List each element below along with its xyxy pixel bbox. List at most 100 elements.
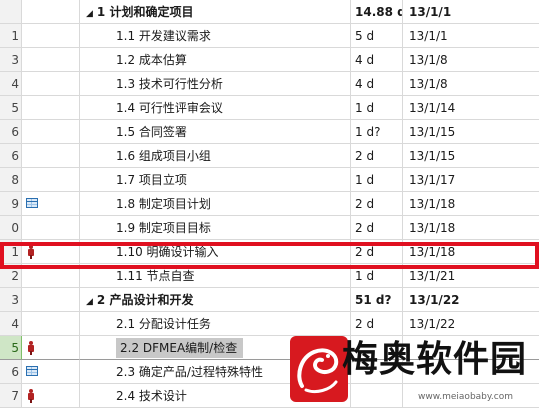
task-row[interactable]: 3 1.2 成本估算 4 d 13/1/8	[0, 48, 539, 72]
row-number[interactable]: 9	[0, 192, 22, 216]
task-name-text: 1 计划和确定项目	[96, 5, 194, 19]
row-number[interactable]: 7	[0, 384, 22, 408]
task-start[interactable]: 13/1/8	[403, 48, 539, 72]
task-duration[interactable]: 51 d?	[351, 288, 403, 312]
indicator-cell	[22, 24, 80, 48]
task-row[interactable]: 0 1.9 制定项目目标 2 d 13/1/18	[0, 216, 539, 240]
task-row[interactable]: 8 1.7 项目立项 1 d 13/1/17	[0, 168, 539, 192]
indicator-cell	[22, 168, 80, 192]
row-number[interactable]: 3	[0, 48, 22, 72]
row-number[interactable]: 6	[0, 144, 22, 168]
task-start[interactable]: 13/1/22	[403, 312, 539, 336]
task-name[interactable]: 1.6 组成项目小组	[80, 144, 351, 168]
watermark-title: 梅奥软件园	[342, 339, 528, 380]
task-name-text: 1.2 成本估算	[116, 53, 187, 67]
resource-person-icon	[28, 341, 34, 355]
indicator-cell	[22, 336, 80, 360]
row-number[interactable]: 0	[0, 216, 22, 240]
indicator-cell	[22, 120, 80, 144]
task-name[interactable]: ◢ 1 计划和确定项目	[80, 0, 351, 24]
row-number[interactable]: 1	[0, 24, 22, 48]
row-number[interactable]: 5	[0, 96, 22, 120]
task-duration[interactable]: 2 d	[351, 216, 403, 240]
task-name[interactable]: 1.7 项目立项	[80, 168, 351, 192]
task-name[interactable]: 1.3 技术可行性分析	[80, 72, 351, 96]
highlight-box	[0, 242, 539, 269]
row-number[interactable]: 4	[0, 312, 22, 336]
task-name-text: 1.11 节点自查	[116, 269, 195, 283]
indicator-cell	[22, 72, 80, 96]
task-row[interactable]: ◢ 1 计划和确定项目 14.88 d 13/1/1	[0, 0, 539, 24]
task-start[interactable]: 13/1/8	[403, 72, 539, 96]
watermark-logo: 梅奥软件园 www.meiaobaby.com	[290, 336, 539, 410]
row-number[interactable]: 4	[0, 72, 22, 96]
task-name-text: 1.5 合同签署	[116, 125, 187, 139]
row-number[interactable]	[0, 0, 22, 24]
task-row[interactable]: 4 1.3 技术可行性分析 4 d 13/1/8	[0, 72, 539, 96]
task-duration[interactable]: 1 d	[351, 96, 403, 120]
task-name[interactable]: 2.1 分配设计任务	[80, 312, 351, 336]
task-row[interactable]: 3 ◢ 2 产品设计和开发 51 d? 13/1/22	[0, 288, 539, 312]
task-name-text: 1.8 制定项目计划	[116, 197, 211, 211]
task-start[interactable]: 13/1/14	[403, 96, 539, 120]
indicator-cell	[22, 216, 80, 240]
collapse-triangle-icon[interactable]: ◢	[86, 9, 93, 19]
indicator-cell	[22, 288, 80, 312]
indicator-cell	[22, 360, 80, 384]
task-name[interactable]: 1.2 成本估算	[80, 48, 351, 72]
task-start[interactable]: 13/1/15	[403, 144, 539, 168]
indicator-cell	[22, 384, 80, 408]
task-start[interactable]: 13/1/1	[403, 24, 539, 48]
task-duration[interactable]: 4 d	[351, 72, 403, 96]
task-name-text: 2.2 DFMEA编制/检查	[116, 338, 244, 358]
indicator-cell	[22, 144, 80, 168]
task-duration[interactable]: 2 d	[351, 312, 403, 336]
task-name-text: 1.9 制定项目目标	[116, 221, 211, 235]
task-duration[interactable]: 2 d	[351, 192, 403, 216]
task-name-text: 2.4 技术设计	[116, 389, 187, 403]
task-start[interactable]: 13/1/22	[403, 288, 539, 312]
table-note-icon	[26, 366, 38, 376]
task-name-text: 1.3 技术可行性分析	[116, 77, 223, 91]
row-number[interactable]: 6	[0, 120, 22, 144]
indicator-cell	[22, 96, 80, 120]
task-start[interactable]: 13/1/17	[403, 168, 539, 192]
resource-person-icon	[28, 389, 34, 403]
task-name[interactable]: 1.1 开发建议需求	[80, 24, 351, 48]
task-duration[interactable]: 4 d	[351, 48, 403, 72]
task-duration[interactable]: 1 d?	[351, 120, 403, 144]
row-number[interactable]: 6	[0, 360, 22, 384]
task-duration[interactable]: 1 d	[351, 168, 403, 192]
task-duration[interactable]: 14.88 d	[351, 0, 403, 24]
task-name[interactable]: 1.8 制定项目计划	[80, 192, 351, 216]
task-start[interactable]: 13/1/18	[403, 192, 539, 216]
collapse-triangle-icon[interactable]: ◢	[86, 297, 93, 307]
task-name-text: 1.1 开发建议需求	[116, 29, 211, 43]
table-note-icon	[26, 198, 38, 208]
task-duration[interactable]: 2 d	[351, 144, 403, 168]
task-row[interactable]: 5 1.4 可行性评审会议 1 d 13/1/14	[0, 96, 539, 120]
task-name[interactable]: 1.4 可行性评审会议	[80, 96, 351, 120]
task-start[interactable]: 13/1/1	[403, 0, 539, 24]
indicator-cell	[22, 48, 80, 72]
task-name-text: 2 产品设计和开发	[96, 293, 194, 307]
row-number[interactable]: 5	[0, 336, 22, 360]
task-name-text: 1.4 可行性评审会议	[116, 101, 223, 115]
task-row[interactable]: 9 1.8 制定项目计划 2 d 13/1/18	[0, 192, 539, 216]
indicator-cell	[22, 312, 80, 336]
row-number[interactable]: 3	[0, 288, 22, 312]
task-start[interactable]: 13/1/15	[403, 120, 539, 144]
task-row[interactable]: 6 1.5 合同签署 1 d? 13/1/15	[0, 120, 539, 144]
row-number[interactable]: 8	[0, 168, 22, 192]
task-name-text: 1.7 项目立项	[116, 173, 187, 187]
task-start[interactable]: 13/1/18	[403, 216, 539, 240]
task-row[interactable]: 6 1.6 组成项目小组 2 d 13/1/15	[0, 144, 539, 168]
task-name[interactable]: ◢ 2 产品设计和开发	[80, 288, 351, 312]
task-duration[interactable]: 5 d	[351, 24, 403, 48]
task-row[interactable]: 4 2.1 分配设计任务 2 d 13/1/22	[0, 312, 539, 336]
task-row[interactable]: 1 1.1 开发建议需求 5 d 13/1/1	[0, 24, 539, 48]
task-name[interactable]: 1.5 合同签署	[80, 120, 351, 144]
watermark-url: www.meiaobaby.com	[418, 392, 514, 402]
task-name-text: 1.6 组成项目小组	[116, 149, 211, 163]
task-name[interactable]: 1.9 制定项目目标	[80, 216, 351, 240]
